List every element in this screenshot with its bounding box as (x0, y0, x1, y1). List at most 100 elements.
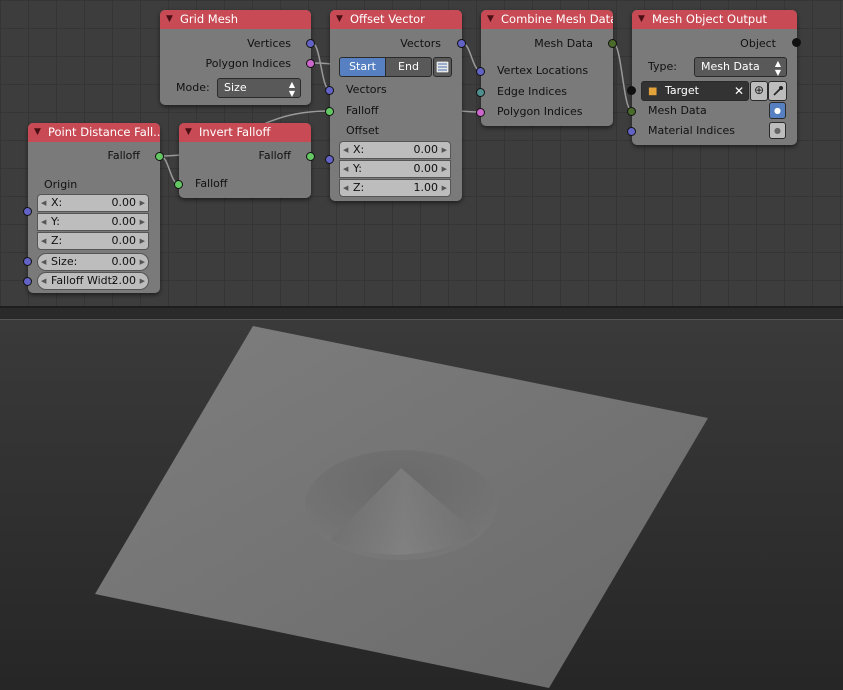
triangle-down-icon[interactable]: ▼ (185, 123, 192, 142)
arrow-right-icon[interactable]: ▶ (140, 233, 145, 249)
socket-vertex-locations-input[interactable] (476, 67, 485, 76)
node-title: Offset Vector (350, 12, 425, 26)
socket-object-output[interactable] (792, 38, 801, 47)
size-label: Size: (51, 255, 78, 268)
triangle-down-icon[interactable]: ▼ (487, 10, 494, 29)
socket-material-indices-input[interactable] (627, 127, 636, 136)
origin-z-field[interactable]: ◀ Z: 0.00 ▶ (37, 232, 149, 250)
3d-viewport[interactable] (0, 320, 843, 690)
node-header[interactable]: ▼ Combine Mesh Data (481, 10, 613, 29)
arrow-left-icon[interactable]: ◀ (41, 233, 46, 249)
mesh-data-checkbox[interactable]: ● (769, 102, 786, 119)
node-combine-mesh-data[interactable]: ▼ Combine Mesh Data Mesh Data Vertex Loca… (476, 10, 617, 126)
arrow-left-icon[interactable]: ◀ (41, 273, 46, 289)
socket-mesh-data-output[interactable] (608, 39, 617, 48)
triangle-down-icon[interactable]: ▼ (166, 10, 173, 29)
link-mesh-data (612, 42, 633, 112)
offset-y-label: Y: (353, 162, 362, 175)
origin-x-field[interactable]: ◀ X: 0.00 ▶ (37, 194, 149, 212)
input-label-edge-indices: Edge Indices (497, 85, 567, 98)
arrow-left-icon[interactable]: ◀ (343, 161, 348, 177)
triangle-down-icon[interactable]: ▼ (34, 123, 41, 142)
input-label-offset: Offset (346, 124, 380, 137)
material-indices-checkbox[interactable]: ● (769, 122, 786, 139)
falloff-width-value: 2.00 (111, 274, 137, 287)
offset-z-field[interactable]: ◀ Z: 1.00 ▶ (339, 179, 451, 197)
triangle-down-icon[interactable]: ▼ (336, 10, 343, 29)
node-point-distance-falloff[interactable]: ▼ Point Distance Fall... Falloff Origin ◀… (23, 123, 164, 293)
arrow-right-icon[interactable]: ▶ (140, 195, 145, 211)
node-title: Invert Falloff (199, 125, 271, 139)
node-header[interactable]: ▼ Offset Vector (330, 10, 462, 29)
node-grid-mesh[interactable]: ▼ Grid Mesh Vertices Polygon Indices Mode… (160, 10, 315, 105)
node-mesh-object-output[interactable]: ▼ Mesh Object Output Object Type: Mesh Da… (627, 10, 801, 145)
socket-polygon-indices-input[interactable] (476, 108, 485, 117)
target-name: Target (664, 84, 699, 97)
arrow-left-icon[interactable]: ◀ (41, 195, 46, 211)
socket-falloff-input[interactable] (174, 180, 183, 189)
origin-x-label: X: (51, 196, 63, 209)
node-editor[interactable]: ▼ Grid Mesh Vertices Polygon Indices Mode… (0, 0, 843, 306)
output-label-vectors: Vectors (400, 37, 441, 50)
arrow-right-icon[interactable]: ▶ (442, 180, 447, 196)
offset-x-label: X: (353, 143, 365, 156)
socket-falloff-output[interactable] (155, 152, 164, 161)
list-icon[interactable] (433, 57, 452, 77)
output-label-object: Object (740, 37, 776, 50)
plus-circle-icon[interactable]: ⊕ (750, 81, 768, 101)
node-header[interactable]: ▼ Grid Mesh (160, 10, 311, 29)
end-button[interactable]: End (385, 57, 432, 77)
type-select[interactable]: Mesh Data ▲ ▼ (694, 57, 787, 77)
arrow-right-icon[interactable]: ▶ (140, 254, 145, 270)
offset-x-field[interactable]: ◀ X: 0.00 ▶ (339, 141, 451, 159)
arrow-left-icon[interactable]: ◀ (41, 214, 46, 230)
socket-mesh-data-input[interactable] (627, 107, 636, 116)
arrow-left-icon[interactable]: ◀ (41, 254, 46, 270)
arrow-right-icon[interactable]: ▶ (140, 273, 145, 289)
mode-select[interactable]: Size ▲ ▼ (217, 78, 301, 98)
socket-falloff-output[interactable] (306, 152, 315, 161)
node-title: Mesh Object Output (652, 12, 767, 26)
area-divider[interactable] (0, 306, 843, 320)
socket-polygon-indices-output[interactable] (306, 59, 315, 68)
origin-y-field[interactable]: ◀ Y: 0.00 ▶ (37, 213, 149, 231)
node-invert-falloff[interactable]: ▼ Invert Falloff Falloff Falloff (174, 123, 315, 198)
arrow-right-icon[interactable]: ▶ (442, 161, 447, 177)
socket-target-input[interactable] (627, 86, 636, 95)
origin-z-value: 0.00 (111, 234, 137, 247)
socket-edge-indices-input[interactable] (476, 88, 485, 97)
node-header[interactable]: ▼ Point Distance Fall... (28, 123, 160, 142)
arrow-left-icon[interactable]: ◀ (343, 180, 348, 196)
list-icon-glyph (435, 60, 450, 74)
socket-offset-input[interactable] (325, 155, 334, 164)
arrow-right-icon[interactable]: ▶ (140, 214, 145, 230)
arrow-right-icon[interactable]: ▶ (442, 142, 447, 158)
size-field[interactable]: ◀ Size: 0.00 ▶ (37, 253, 149, 271)
output-label-falloff: Falloff (107, 149, 140, 162)
offset-y-value: 0.00 (413, 162, 439, 175)
falloff-width-field[interactable]: ◀ Falloff Widt: 2.00 ▶ (37, 272, 149, 290)
node-header[interactable]: ▼ Mesh Object Output (632, 10, 797, 29)
close-icon[interactable]: ✕ (734, 82, 744, 100)
arrow-left-icon[interactable]: ◀ (343, 142, 348, 158)
socket-vectors-output[interactable] (457, 39, 466, 48)
socket-vectors-input[interactable] (325, 86, 334, 95)
triangle-down-icon[interactable]: ▼ (638, 10, 645, 29)
node-header[interactable]: ▼ Invert Falloff (179, 123, 311, 142)
socket-vertices-output[interactable] (306, 39, 315, 48)
input-label-material-indices: Material Indices (648, 124, 735, 137)
start-button[interactable]: Start (339, 57, 386, 77)
socket-size-input[interactable] (23, 257, 32, 266)
node-offset-vector[interactable]: ▼ Offset Vector Vectors Start End Vectors… (325, 10, 466, 201)
output-label-mesh-data: Mesh Data (534, 37, 593, 50)
socket-falloff-width-input[interactable] (23, 277, 32, 286)
socket-falloff-input[interactable] (325, 107, 334, 116)
offset-y-field[interactable]: ◀ Y: 0.00 ▶ (339, 160, 451, 178)
target-field[interactable]: ■ Target ✕ (641, 81, 749, 101)
eyedropper-icon[interactable] (768, 81, 787, 101)
cube-icon: ■ (648, 86, 658, 97)
socket-origin-input[interactable] (23, 207, 32, 216)
origin-z-label: Z: (51, 234, 63, 247)
size-value: 0.00 (111, 255, 137, 268)
mode-label: Mode: (176, 81, 210, 94)
